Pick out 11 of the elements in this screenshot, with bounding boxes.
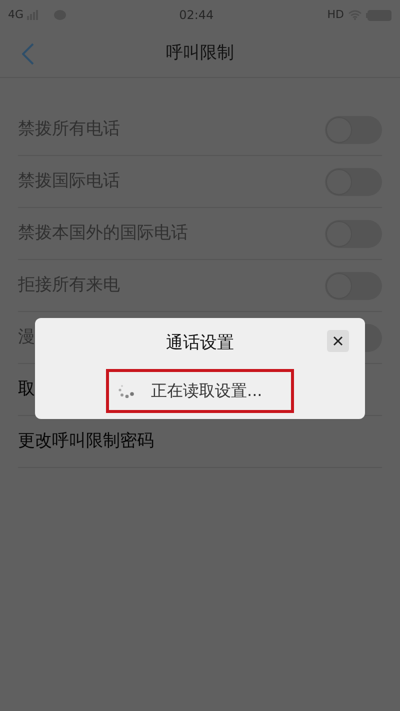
setting-label[interactable]: 更改呼叫限制密码 — [18, 428, 154, 454]
dialog-title: 通话设置 — [166, 332, 234, 355]
loading-message: 正在读取设置... — [151, 380, 262, 402]
close-icon — [333, 336, 343, 346]
clock-time: 02:44 — [179, 7, 214, 24]
setting-label[interactable]: 取 — [18, 376, 35, 402]
hd-label: HD — [327, 6, 344, 23]
close-button[interactable] — [327, 330, 349, 352]
page-title: 呼叫限制 — [166, 42, 234, 65]
network-type: 4G — [8, 6, 24, 23]
loading-spinner-icon — [117, 384, 135, 398]
